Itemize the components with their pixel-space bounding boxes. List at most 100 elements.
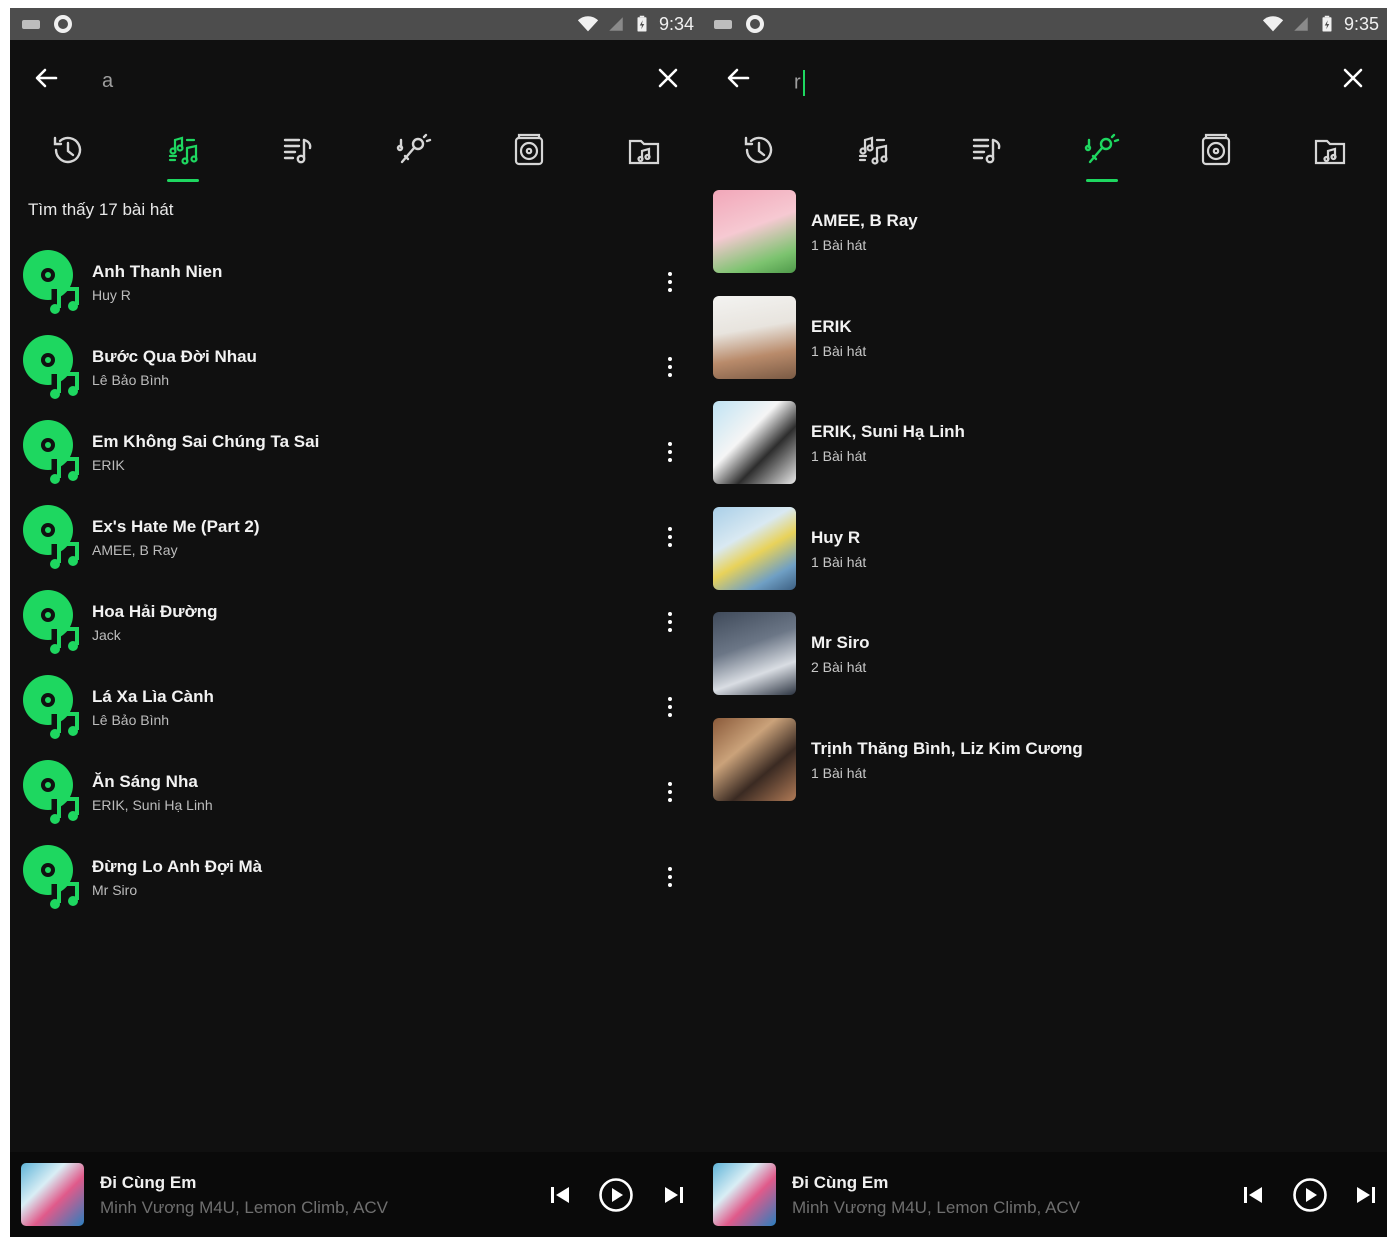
play-icon[interactable] xyxy=(1292,1177,1328,1213)
artist-thumbnail xyxy=(713,612,796,695)
tab-artists[interactable] xyxy=(356,120,471,192)
tab-artists[interactable] xyxy=(1045,120,1159,192)
tab-playlists[interactable] xyxy=(930,120,1044,192)
more-options-icon[interactable] xyxy=(658,267,682,297)
folder-icon xyxy=(1312,132,1348,168)
artist-name: Mr Siro xyxy=(811,633,870,652)
song-artist: Huy R xyxy=(92,287,131,303)
tab-folders[interactable] xyxy=(1273,120,1387,192)
tab-albums[interactable] xyxy=(1159,120,1273,192)
tab-playlists[interactable] xyxy=(241,120,356,192)
now-playing-artist: Minh Vương M4U, Lemon Climb, ACV xyxy=(100,1198,389,1217)
song-title: Em Không Sai Chúng Ta Sai xyxy=(92,432,320,451)
battery-icon xyxy=(633,14,651,34)
mini-player[interactable]: Đi Cùng Em Minh Vương M4U, Lemon Climb, … xyxy=(10,1152,702,1237)
song-artist: Jack xyxy=(92,627,121,643)
artist-row[interactable]: Huy R 1 Bài hát xyxy=(702,506,1387,613)
song-row[interactable]: Anh Thanh Nien Huy R xyxy=(10,241,702,326)
album-icon xyxy=(1198,132,1234,168)
song-artist: Mr Siro xyxy=(92,882,138,898)
artist-thumbnail xyxy=(713,717,796,801)
tab-songs[interactable] xyxy=(816,120,930,192)
song-title: Hoa Hải Đường xyxy=(92,602,218,621)
more-options-icon[interactable] xyxy=(658,607,682,637)
more-options-icon[interactable] xyxy=(658,777,682,807)
song-list: Anh Thanh Nien Huy R Bước Qua Đời Nhau L… xyxy=(10,241,702,921)
music-disc-icon xyxy=(22,419,80,487)
song-row[interactable]: Đừng Lo Anh Đợi Mà Mr Siro xyxy=(10,836,702,921)
clear-search-icon[interactable] xyxy=(652,62,684,94)
music-disc-icon xyxy=(22,589,80,657)
search-input[interactable]: a xyxy=(102,70,113,93)
artist-song-count: 1 Bài hát xyxy=(811,764,867,781)
next-icon[interactable] xyxy=(656,1177,692,1213)
now-playing-artist: Minh Vương M4U, Lemon Climb, ACV xyxy=(792,1198,1081,1217)
more-options-icon[interactable] xyxy=(658,437,682,467)
song-row[interactable]: Em Không Sai Chúng Ta Sai ERIK xyxy=(10,411,702,496)
tab-songs[interactable] xyxy=(125,120,240,192)
now-playing-title: Đi Cùng Em xyxy=(792,1173,889,1192)
tab-history[interactable] xyxy=(10,120,125,192)
album-icon xyxy=(511,132,547,168)
music-disc-icon xyxy=(22,759,80,827)
artist-name: AMEE, B Ray xyxy=(811,211,918,230)
artist-row[interactable]: AMEE, B Ray 1 Bài hát xyxy=(702,190,1387,296)
wifi-icon xyxy=(577,13,599,35)
mini-player[interactable]: Đi Cùng Em Minh Vương M4U, Lemon Climb, … xyxy=(702,1152,1387,1237)
song-artist: Lê Bảo Bình xyxy=(92,372,170,388)
song-row[interactable]: Ăn Sáng Nha ERIK, Suni Hạ Linh xyxy=(10,751,702,836)
artist-row[interactable]: ERIK, Suni Hạ Linh 1 Bài hát xyxy=(702,401,1387,507)
active-tab-indicator xyxy=(1085,179,1118,182)
signal-icon xyxy=(1292,15,1310,33)
artist-name: Huy R xyxy=(811,527,861,547)
search-input[interactable]: r xyxy=(794,70,805,96)
song-row[interactable]: Ex's Hate Me (Part 2) AMEE, B Ray xyxy=(10,496,702,581)
search-tabs xyxy=(10,120,702,192)
clear-search-icon[interactable] xyxy=(1337,62,1369,94)
tab-folders[interactable] xyxy=(587,120,702,192)
screen-right: 9:35 r AMEE, B Ray 1 Bài hát ERIK 1 Bài … xyxy=(702,8,1387,1237)
song-title: Ăn Sáng Nha xyxy=(92,772,198,791)
wifi-icon xyxy=(1262,13,1284,35)
song-artist: ERIK xyxy=(92,457,125,473)
artist-name: ERIK xyxy=(811,316,852,336)
tab-history[interactable] xyxy=(702,120,816,192)
screen-left: 9:34 a Tìm thấy 17 bài hát Anh Thanh Nie… xyxy=(10,8,702,1237)
artist-row[interactable]: Trịnh Thăng Bình, Liz Kim Cương 1 Bài há… xyxy=(702,717,1387,824)
song-row[interactable]: Lá Xa Lìa Cành Lê Bảo Bình xyxy=(10,666,702,751)
tab-albums[interactable] xyxy=(471,120,586,192)
artist-song-count: 1 Bài hát xyxy=(811,448,867,464)
song-title: Anh Thanh Nien xyxy=(92,262,223,281)
next-icon[interactable] xyxy=(1348,1177,1384,1213)
previous-icon[interactable] xyxy=(1235,1177,1271,1213)
back-arrow-icon[interactable] xyxy=(30,62,62,94)
history-icon xyxy=(50,132,86,168)
search-bar: r xyxy=(702,40,1387,120)
more-options-icon[interactable] xyxy=(658,692,682,722)
keyboard-icon xyxy=(714,20,732,29)
playlist-icon xyxy=(969,132,1005,168)
song-title: Đừng Lo Anh Đợi Mà xyxy=(92,857,263,876)
playlist-icon xyxy=(280,132,316,168)
sync-icon xyxy=(54,15,72,33)
artist-song-count: 2 Bài hát xyxy=(811,659,867,675)
music-disc-icon xyxy=(22,249,80,317)
now-playing-cover xyxy=(21,1163,84,1226)
now-playing-title: Đi Cùng Em xyxy=(100,1173,197,1192)
signal-icon xyxy=(607,15,625,33)
play-icon[interactable] xyxy=(598,1177,634,1213)
previous-icon[interactable] xyxy=(542,1177,578,1213)
song-row[interactable]: Hoa Hải Đường Jack xyxy=(10,581,702,666)
song-row[interactable]: Bước Qua Đời Nhau Lê Bảo Bình xyxy=(10,326,702,411)
song-title: Lá Xa Lìa Cành xyxy=(92,687,214,706)
music-disc-icon xyxy=(22,844,80,912)
artist-song-count: 1 Bài hát xyxy=(811,237,867,253)
more-options-icon[interactable] xyxy=(658,352,682,382)
more-options-icon[interactable] xyxy=(658,862,682,892)
artist-row[interactable]: ERIK 1 Bài hát xyxy=(702,295,1387,402)
song-artist: Lê Bảo Bình xyxy=(92,712,170,728)
more-options-icon[interactable] xyxy=(658,522,682,552)
artist-row[interactable]: Mr Siro 2 Bài hát xyxy=(702,612,1387,718)
song-title: Ex's Hate Me (Part 2) xyxy=(92,517,260,536)
back-arrow-icon[interactable] xyxy=(722,62,754,94)
